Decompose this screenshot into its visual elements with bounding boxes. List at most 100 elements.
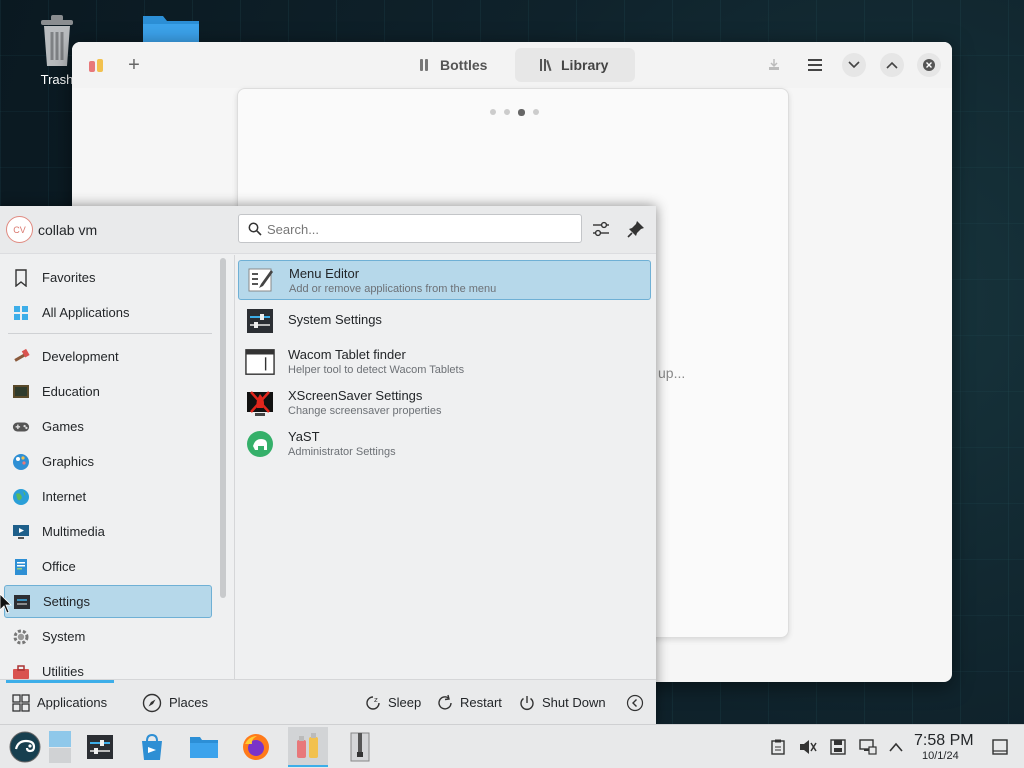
restart-button[interactable]: Restart [436, 680, 502, 725]
category-games[interactable]: Games [4, 410, 212, 443]
category-label: Settings [43, 594, 90, 609]
archive-icon [350, 732, 370, 762]
app-xscreensaver-settings[interactable]: XScreenSaver Settings Change screensaver… [238, 383, 651, 423]
pin-button[interactable] [625, 218, 647, 240]
document-icon [12, 558, 30, 576]
avatar-initials: CV [13, 224, 26, 235]
application-launcher-button[interactable] [5, 727, 45, 767]
avatar[interactable]: CV [6, 216, 33, 243]
app-title: Menu Editor [289, 266, 360, 281]
app-yast[interactable]: YaST Administrator Settings [238, 424, 651, 464]
bottles-icon [420, 59, 428, 71]
category-education[interactable]: Education [4, 375, 212, 408]
category-system[interactable]: System [4, 620, 212, 653]
minimize-button[interactable] [842, 53, 866, 77]
tab-label: Bottles [440, 57, 488, 73]
show-desktop-widget[interactable] [40, 727, 80, 767]
app-wacom-tablet-finder[interactable]: Wacom Tablet finder Helper tool to detec… [238, 342, 651, 382]
clock-time[interactable]: 7:58 PM [914, 732, 974, 750]
tray-network[interactable] [858, 737, 878, 757]
category-multimedia[interactable]: Multimedia [4, 515, 212, 548]
tab-bottles[interactable]: Bottles [394, 48, 511, 82]
sliders-icon [593, 221, 609, 237]
category-label: Graphics [42, 454, 95, 469]
app-system-settings[interactable]: System Settings [238, 301, 651, 341]
chevron-down-icon [848, 61, 860, 69]
carousel-dot[interactable] [504, 109, 510, 115]
category-label: Favorites [42, 270, 96, 285]
plus-icon: + [128, 53, 140, 76]
app-menu-editor[interactable]: Menu Editor Add or remove applications f… [238, 260, 651, 300]
cog-icon [12, 628, 30, 646]
tab-applications[interactable]: Applications [12, 680, 107, 725]
carousel-dot[interactable] [533, 109, 539, 115]
tray-storage[interactable] [828, 737, 848, 757]
category-label: All Applications [42, 305, 130, 320]
tab-label: Applications [37, 695, 108, 710]
mouse-cursor-icon [0, 594, 12, 614]
taskbar-bottles[interactable] [288, 727, 328, 767]
system-settings-icon [87, 735, 113, 759]
sleep-button[interactable]: z Sleep [364, 680, 421, 725]
opensuse-logo-icon [9, 731, 41, 763]
tray-volume[interactable] [798, 737, 818, 757]
category-label: System [42, 629, 86, 644]
shut-down-button[interactable]: Shut Down [518, 680, 606, 725]
bottles-headerbar: + Bottles Library [72, 42, 952, 88]
taskbar-firefox[interactable] [236, 727, 276, 767]
folder-icon [143, 16, 199, 46]
category-label: Utilities [42, 664, 84, 679]
category-development[interactable]: Development [4, 340, 212, 373]
search-field[interactable] [238, 214, 582, 243]
taskbar-archive-manager[interactable] [340, 727, 380, 767]
taskbar-file-manager[interactable] [184, 727, 224, 767]
shut-down-label: Shut Down [542, 695, 606, 710]
category-graphics[interactable]: Graphics [4, 445, 212, 478]
pin-icon [627, 221, 644, 238]
tab-places[interactable]: Places [142, 680, 208, 725]
category-internet[interactable]: Internet [4, 480, 212, 513]
category-favorites[interactable]: Favorites [4, 261, 212, 294]
tray-expand-button[interactable] [886, 737, 906, 757]
app-title: Wacom Tablet finder [288, 347, 406, 362]
search-input[interactable] [267, 220, 567, 238]
peek-desktop-button[interactable] [990, 737, 1010, 757]
category-utilities[interactable]: Utilities [4, 655, 212, 679]
category-settings[interactable]: Settings [4, 585, 212, 618]
settings-panel-icon [13, 593, 31, 611]
sleep-label: Sleep [388, 695, 422, 710]
globe-icon [12, 488, 30, 506]
download-icon [769, 59, 779, 70]
new-tab-button[interactable]: + [122, 53, 146, 77]
search-icon [248, 222, 262, 236]
bottles-icon [297, 733, 318, 758]
category-office[interactable]: Office [4, 550, 212, 583]
category-all-applications[interactable]: All Applications [4, 296, 212, 329]
desktop-icon-label: Trash [40, 72, 74, 87]
taskbar-system-settings[interactable] [80, 727, 120, 767]
configure-button[interactable] [590, 218, 612, 240]
carousel-dot[interactable] [490, 109, 496, 115]
chevron-up-icon [889, 742, 903, 752]
carousel-dot-active[interactable] [518, 109, 525, 116]
clipboard-icon [771, 739, 785, 755]
launcher-header: CV collab vm [0, 206, 656, 254]
close-button[interactable] [917, 53, 941, 77]
clock-date[interactable]: 10/1/24 [922, 750, 959, 762]
pager-icon [49, 731, 71, 763]
category-label: Games [42, 419, 84, 434]
chevron-left-icon [626, 694, 644, 711]
category-scrollbar[interactable] [220, 258, 226, 598]
compass-icon [142, 693, 162, 712]
maximize-button[interactable] [880, 53, 904, 77]
more-power-options-button[interactable] [626, 680, 644, 725]
download-button[interactable] [762, 53, 786, 77]
menu-editor-icon [246, 265, 276, 295]
user-name: collab vm [38, 222, 98, 238]
tray-clipboard[interactable] [768, 737, 788, 757]
tab-label: Library [561, 57, 609, 73]
tab-library[interactable]: Library [515, 48, 635, 82]
main-menu-button[interactable] [803, 53, 827, 77]
column-divider [234, 255, 235, 679]
taskbar-discover[interactable] [132, 727, 172, 767]
